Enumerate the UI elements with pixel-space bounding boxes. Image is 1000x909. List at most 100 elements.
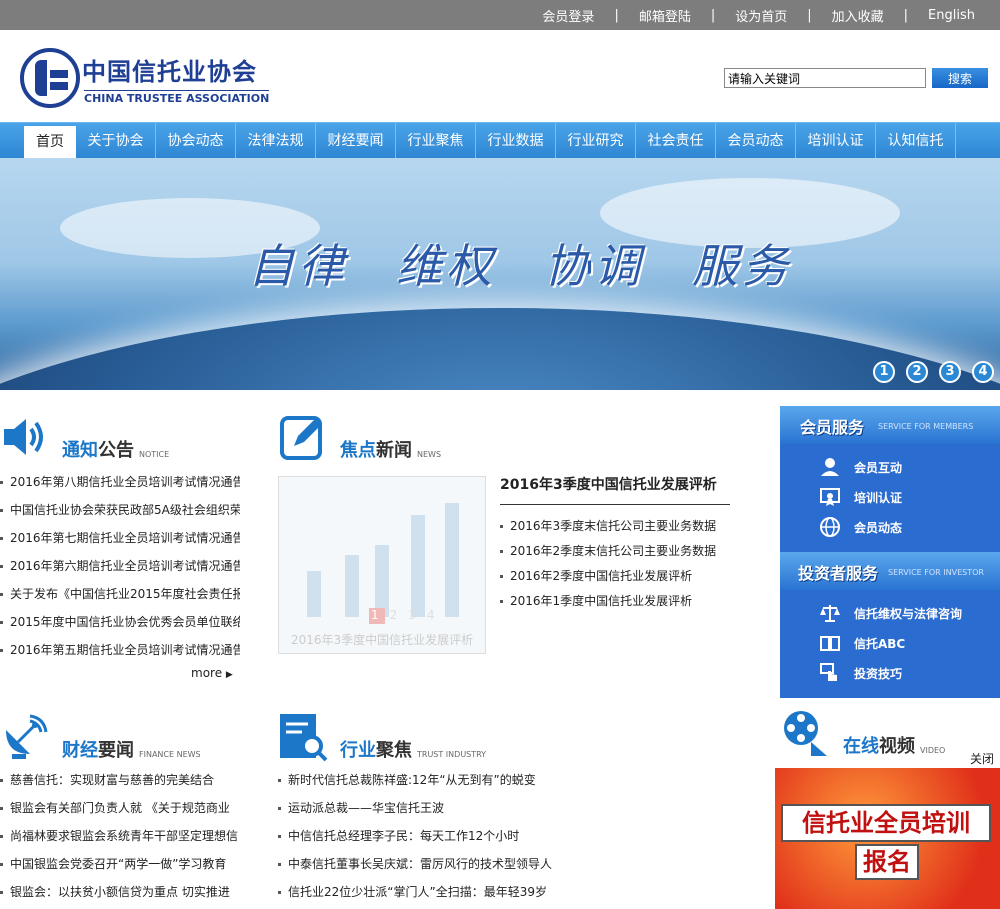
- industry-focus-section: 行业聚焦 TRUST INDUSTRY 新时代信托总裁陈祥盛:12年“从无到有”…: [278, 704, 578, 906]
- nav-home[interactable]: 首页: [24, 126, 76, 159]
- list-item[interactable]: 中国信托业协会荣获民政部5A级社会组织荣: [0, 496, 240, 524]
- nav-social-responsibility[interactable]: 社会责任: [636, 123, 716, 159]
- legal-consulting-link[interactable]: 信托维权与法律咨询: [780, 598, 1000, 628]
- list-item[interactable]: 2016年第五期信托业全员培训考试情况通告: [0, 636, 240, 664]
- list-item[interactable]: 2016年第七期信托业全员培训考试情况通告: [0, 524, 240, 552]
- main-nav: 首页 关于协会 协会动态 法律法规 财经要闻 行业聚焦 行业数据 行业研究 社会…: [0, 122, 1000, 159]
- slide-dot-1[interactable]: 1: [873, 361, 895, 383]
- focus-title: 焦点新闻: [340, 440, 412, 461]
- industry-news-list: 新时代信托总裁陈祥盛:12年“从无到有”的蜕变 运动派总裁——华宝信托王波 中信…: [278, 766, 578, 906]
- nav-finance-news[interactable]: 财经要闻: [316, 123, 396, 159]
- banner-slideshow[interactable]: 自律 维权 协调 服务 1 2 3 4: [0, 158, 1000, 390]
- slide-pager: 1 2 3 4: [862, 361, 994, 383]
- search-input[interactable]: [724, 68, 926, 88]
- nav-training[interactable]: 培训认证: [796, 123, 876, 159]
- hand-pointer-icon: [820, 663, 840, 683]
- video-title-en: VIDEO: [920, 746, 946, 755]
- video-title: 在线视频: [843, 736, 915, 757]
- list-item[interactable]: 中泰信托董事长吴庆斌：雷厉风行的技术型领导人: [278, 850, 578, 878]
- focus-news-thumbnail[interactable]: 1234 2016年3季度中国信托业发展评析: [278, 476, 486, 654]
- banner-slogan: 自律 维权 协调 服务: [248, 230, 840, 296]
- list-item[interactable]: 慈善信托：实现财富与慈善的完美结合: [0, 766, 240, 794]
- logo-chinese-name: 中国信托业协会: [82, 57, 257, 86]
- list-item[interactable]: 中国银监会党委召开“两学一做”学习教育: [0, 850, 240, 878]
- investor-service: 投资者服务 SERVICE FOR INVESTOR 信托维权与法律咨询 信托A…: [780, 552, 1000, 698]
- nav-industry-data[interactable]: 行业数据: [476, 123, 556, 159]
- member-news-link[interactable]: 会员动态: [780, 512, 1000, 542]
- member-interaction-link[interactable]: 会员互动: [780, 452, 1000, 482]
- service-panel: 会员服务 SERVICE FOR MEMBERS 会员互动 培训认证 会员动态 …: [780, 406, 1000, 698]
- thumb-page-1[interactable]: 1: [371, 608, 390, 622]
- list-item[interactable]: 信托业22位少壮派“掌门人”全扫描：最年轻39岁: [278, 878, 578, 906]
- list-item[interactable]: 中信信托总经理李子民：每天工作12个小时: [278, 822, 578, 850]
- certificate-icon: [820, 487, 840, 507]
- nav-association-news[interactable]: 协会动态: [156, 123, 236, 159]
- finance-title-en: FINANCE NEWS: [139, 750, 201, 759]
- list-item[interactable]: 运动派总裁——华宝信托王波: [278, 794, 578, 822]
- member-service-title-en: SERVICE FOR MEMBERS: [878, 422, 974, 431]
- trust-abc-link[interactable]: 信托ABC: [780, 628, 1000, 658]
- list-item[interactable]: 2015年度中国信托业协会优秀会员单位联络: [0, 608, 240, 636]
- nav-industry-focus[interactable]: 行业聚焦: [396, 123, 476, 159]
- header: 中国信托业协会 CHINA TRUSTEE ASSOCIATION 搜索: [0, 30, 1000, 122]
- investor-service-title: 投资者服务: [798, 564, 879, 583]
- slide-dot-3[interactable]: 3: [939, 361, 961, 383]
- list-item[interactable]: 银监会有关部门负责人就 《关于规范商业: [0, 794, 240, 822]
- investment-tips-link[interactable]: 投资技巧: [780, 658, 1000, 688]
- top-bar: 会员登录 | 邮箱登陆 | 设为首页 | 加入收藏 | English: [0, 0, 1000, 30]
- list-item[interactable]: 2016年第六期信托业全员培训考试情况通告: [0, 552, 240, 580]
- set-homepage-link[interactable]: 设为首页: [715, 6, 807, 25]
- thumb-page-3[interactable]: 3: [408, 608, 427, 622]
- thumb-page-2[interactable]: 2: [390, 608, 409, 622]
- list-item[interactable]: 尚福林要求银监会系统青年干部坚定理想信: [0, 822, 240, 850]
- member-service-title: 会员服务: [800, 418, 865, 437]
- list-item[interactable]: 银监会：以扶贫小额信贷为重点 切实推进: [0, 878, 240, 906]
- focus-news-list: 2016年3季度末信托公司主要业务数据 2016年2季度末信托公司主要业务数据 …: [500, 514, 716, 614]
- notice-title-en: NOTICE: [139, 450, 170, 459]
- list-item[interactable]: 2016年2季度末信托公司主要业务数据: [500, 539, 716, 564]
- film-reel-icon: [781, 708, 831, 758]
- member-login-link[interactable]: 会员登录: [522, 6, 614, 25]
- nav-member-news[interactable]: 会员动态: [716, 123, 796, 159]
- speaker-icon: [0, 412, 50, 462]
- nav-know-trust[interactable]: 认知信托: [876, 123, 956, 159]
- training-link[interactable]: 培训认证: [780, 482, 1000, 512]
- add-favorite-link[interactable]: 加入收藏: [812, 6, 904, 25]
- slogan-word: 协调: [544, 239, 644, 293]
- slide-dot-2[interactable]: 2: [906, 361, 928, 383]
- thumb-page-4[interactable]: 4: [427, 608, 446, 622]
- investor-service-header: 投资者服务 SERVICE FOR INVESTOR: [780, 552, 1000, 590]
- list-item[interactable]: 2016年3季度末信托公司主要业务数据: [500, 514, 716, 539]
- double-arrow-icon: ▶: [225, 670, 233, 680]
- list-item[interactable]: 关于发布《中国信托业2015年度社会责任报: [0, 580, 240, 608]
- thumbnail-caption: 2016年3季度中国信托业发展评析: [291, 633, 474, 647]
- english-link[interactable]: English: [908, 8, 995, 23]
- nav-industry-research[interactable]: 行业研究: [556, 123, 636, 159]
- finance-title: 财经要闻: [62, 740, 134, 761]
- globe-icon: [820, 517, 840, 537]
- site-logo[interactable]: 中国信托业协会 CHINA TRUSTEE ASSOCIATION: [20, 48, 270, 110]
- search-button[interactable]: 搜索: [932, 68, 988, 88]
- slogan-word: 自律: [248, 239, 348, 293]
- notice-section: 通知公告 NOTICE 2016年第八期信托业全员培训考试情况通告 中国信托业协…: [0, 400, 240, 680]
- list-item[interactable]: 2016年2季度中国信托业发展评析: [500, 564, 716, 589]
- nav-about[interactable]: 关于协会: [76, 123, 156, 159]
- member-service: 会员服务 SERVICE FOR MEMBERS 会员互动 培训认证 会员动态: [780, 406, 1000, 552]
- slogan-word: 服务: [692, 239, 792, 293]
- nav-laws[interactable]: 法律法规: [236, 123, 316, 159]
- slogan-word: 维权: [396, 239, 496, 293]
- list-item[interactable]: 新时代信托总裁陈祥盛:12年“从无到有”的蜕变: [278, 766, 578, 794]
- list-item[interactable]: 2016年1季度中国信托业发展评析: [500, 589, 716, 614]
- focus-title-en: NEWS: [417, 450, 442, 459]
- slide-dot-4[interactable]: 4: [972, 361, 994, 383]
- training-signup-ad[interactable]: 信托业全员培训 报名: [775, 768, 1000, 909]
- ad-text-line2: 报名: [855, 844, 919, 880]
- user-icon: [820, 457, 840, 477]
- close-button[interactable]: 关闭: [970, 750, 994, 767]
- focus-headline[interactable]: 2016年3季度中国信托业发展评析: [500, 474, 730, 505]
- notice-list: 2016年第八期信托业全员培训考试情况通告 中国信托业协会荣获民政部5A级社会组…: [0, 468, 240, 664]
- notice-more-link[interactable]: more ▶: [191, 666, 233, 680]
- mail-login-link[interactable]: 邮箱登陆: [619, 6, 711, 25]
- satellite-dish-icon: [0, 712, 50, 762]
- list-item[interactable]: 2016年第八期信托业全员培训考试情况通告: [0, 468, 240, 496]
